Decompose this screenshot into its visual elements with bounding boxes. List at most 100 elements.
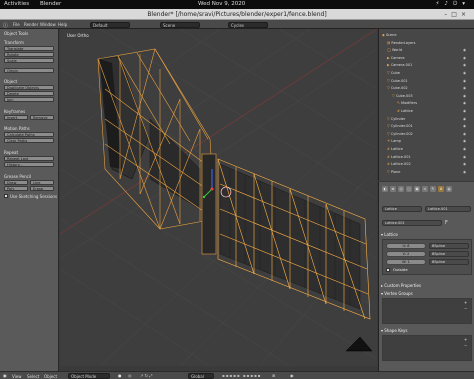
close-icon[interactable]: × bbox=[461, 11, 470, 18]
insert-keyframe-button[interactable]: Insert bbox=[4, 115, 28, 120]
constraints-tab-icon[interactable]: ∞ bbox=[422, 186, 428, 192]
breadcrumb-data[interactable]: Lattice.001 bbox=[425, 206, 471, 212]
outliner-item[interactable]: ▶ Camera bbox=[387, 56, 405, 60]
visibility-eye-icon[interactable]: ◉ bbox=[463, 109, 466, 113]
blender-editor-icon[interactable]: ⓘ bbox=[3, 22, 8, 29]
outliner-item[interactable]: ▶ Camera.001 bbox=[387, 63, 412, 67]
3d-viewport[interactable] bbox=[60, 29, 377, 366]
draw-button[interactable]: Draw bbox=[4, 180, 28, 185]
scene-tab-icon[interactable]: ◎ bbox=[398, 186, 404, 192]
delete-button[interactable]: Delete bbox=[4, 91, 54, 96]
outliner-item[interactable]: ✎ Modifiers bbox=[397, 101, 417, 105]
visibility-eye-icon[interactable]: ◉ bbox=[463, 170, 466, 174]
shading-icon[interactable]: ● bbox=[118, 373, 122, 378]
visibility-eye-icon[interactable]: ◉ bbox=[463, 132, 466, 136]
render-layers-tab-icon[interactable]: ≡ bbox=[390, 186, 396, 192]
remove-keyframe-button[interactable]: Remove bbox=[30, 115, 54, 120]
add-shape-key-icon[interactable]: + bbox=[464, 337, 467, 342]
system-tray[interactable]: ⚡♪⏻▾ bbox=[435, 1, 470, 8]
visibility-eye-icon[interactable]: ◉ bbox=[463, 71, 466, 75]
translate-button[interactable]: Translate bbox=[4, 46, 54, 51]
remove-vertex-group-icon[interactable]: − bbox=[464, 306, 467, 311]
menu-window[interactable]: Window bbox=[40, 22, 56, 27]
menu-object[interactable]: Object bbox=[44, 374, 57, 379]
calculate-paths-button[interactable]: Calculate Paths bbox=[4, 132, 54, 137]
transform-header[interactable]: Transform bbox=[4, 40, 24, 45]
history-button[interactable]: History... bbox=[4, 162, 54, 167]
w-interpolation-select[interactable]: BSpline bbox=[429, 259, 469, 265]
menu-select[interactable]: Select bbox=[27, 374, 39, 379]
outside-checkbox[interactable] bbox=[386, 268, 390, 272]
erase-button[interactable]: Erase bbox=[30, 186, 54, 191]
vertex-groups-list[interactable] bbox=[382, 298, 472, 324]
object-tab-icon[interactable]: ▣ bbox=[414, 186, 420, 192]
visibility-eye-icon[interactable]: ◉ bbox=[463, 63, 466, 67]
v-resolution-field[interactable]: V: 2 bbox=[386, 251, 426, 257]
object-header[interactable]: Object bbox=[4, 79, 17, 84]
lattice-datablock-field[interactable]: Lattice.001 bbox=[382, 220, 442, 226]
orientation-select[interactable]: Global bbox=[188, 373, 214, 379]
grease-pencil-header[interactable]: Grease Pencil bbox=[4, 174, 31, 179]
world-tab-icon[interactable]: ○ bbox=[406, 186, 412, 192]
outliner-item[interactable]: ▽ Plane bbox=[387, 170, 400, 174]
maximize-icon[interactable]: □ bbox=[451, 11, 461, 18]
visibility-eye-icon[interactable]: ◉ bbox=[463, 86, 466, 90]
camera-object[interactable] bbox=[345, 336, 373, 352]
rotate-button[interactable]: Rotate bbox=[4, 52, 54, 57]
visibility-eye-icon[interactable]: ◉ bbox=[463, 101, 466, 105]
app-menu[interactable]: Blender bbox=[40, 1, 61, 7]
add-vertex-group-icon[interactable]: + bbox=[464, 300, 467, 305]
use-sketching-checkbox[interactable] bbox=[4, 194, 8, 198]
outliner-item[interactable]: # Lattice bbox=[397, 109, 413, 113]
motion-paths-header[interactable]: Motion Paths bbox=[4, 126, 30, 131]
visibility-eye-icon[interactable]: ◉ bbox=[463, 48, 466, 52]
keyframes-header[interactable]: Keyframes bbox=[4, 109, 25, 114]
outliner-item[interactable]: ◯ World bbox=[387, 48, 402, 52]
outliner-item[interactable]: ▽ Cube.002 bbox=[387, 86, 408, 90]
breadcrumb-object[interactable]: Lattice bbox=[382, 206, 422, 212]
outliner-item[interactable]: # Lattice.001 bbox=[387, 155, 411, 159]
render-preview-icon[interactable]: ◉ bbox=[290, 373, 294, 378]
visibility-eye-icon[interactable]: ◉ bbox=[463, 124, 466, 128]
scale-button[interactable]: Scale bbox=[4, 58, 54, 63]
mode-select[interactable]: Object Mode bbox=[68, 373, 110, 379]
outliner-item[interactable]: ▽ Cylinder.002 bbox=[387, 132, 413, 136]
v-interpolation-select[interactable]: BSpline bbox=[429, 251, 469, 257]
lattice-panel-header[interactable]: ▾ Lattice bbox=[381, 232, 473, 238]
lattice-data-tab-icon[interactable]: # bbox=[438, 186, 444, 192]
visibility-eye-icon[interactable]: ◉ bbox=[463, 79, 466, 83]
repeat-header[interactable]: Repeat bbox=[4, 150, 18, 155]
u-resolution-field[interactable]: U: 6 bbox=[386, 243, 426, 249]
w-resolution-field[interactable]: W: 1 bbox=[386, 259, 426, 265]
outliner-item[interactable]: ▤ RenderLayers bbox=[387, 41, 415, 45]
custom-properties-header[interactable]: ▸ Custom Properties bbox=[381, 283, 473, 289]
fence-post[interactable] bbox=[201, 153, 217, 255]
manipulator-icons[interactable]: ↗ ↻ ⤢ bbox=[140, 373, 152, 378]
vertex-groups-header[interactable]: ▾ Vertex Groups bbox=[381, 291, 473, 297]
visibility-eye-icon[interactable]: ◉ bbox=[463, 155, 466, 159]
visibility-eye-icon[interactable]: ◉ bbox=[463, 94, 466, 98]
outliner-item[interactable]: ◆ Scene bbox=[382, 33, 396, 37]
render-engine-select[interactable]: Cycles bbox=[228, 21, 268, 28]
visibility-eye-icon[interactable]: ◉ bbox=[463, 139, 466, 143]
fake-user-icon[interactable]: F bbox=[445, 220, 448, 226]
visibility-eye-icon[interactable]: ◉ bbox=[463, 162, 466, 166]
shape-keys-header[interactable]: ▾ Shape Keys bbox=[381, 328, 473, 334]
outliner-item[interactable]: ☀ Lamp bbox=[387, 139, 401, 143]
visibility-eye-icon[interactable]: ◉ bbox=[463, 56, 466, 60]
outliner-item[interactable]: ▽ Cube bbox=[387, 71, 400, 75]
layout-select[interactable]: Default bbox=[90, 21, 130, 28]
render-tab-icon[interactable]: ◐ bbox=[382, 186, 388, 192]
visibility-eye-icon[interactable]: ◉ bbox=[463, 117, 466, 121]
clear-paths-button[interactable]: Clear Paths bbox=[4, 138, 54, 143]
line-button[interactable]: Line bbox=[30, 180, 54, 185]
modifiers-tab-icon[interactable]: ✎ bbox=[430, 186, 436, 192]
menu-render[interactable]: Render bbox=[24, 22, 38, 27]
menu-file[interactable]: File bbox=[13, 22, 20, 27]
viewport-canvas[interactable] bbox=[60, 29, 377, 366]
clock[interactable]: Wed Nov 9, 2020 bbox=[198, 1, 245, 7]
duplicate-objects-button[interactable]: Duplicate Objects bbox=[4, 85, 54, 90]
shape-keys-list[interactable] bbox=[382, 335, 472, 361]
physics-tab-icon[interactable]: ◍ bbox=[446, 186, 452, 192]
outliner-item[interactable]: # Lattice bbox=[387, 147, 403, 151]
